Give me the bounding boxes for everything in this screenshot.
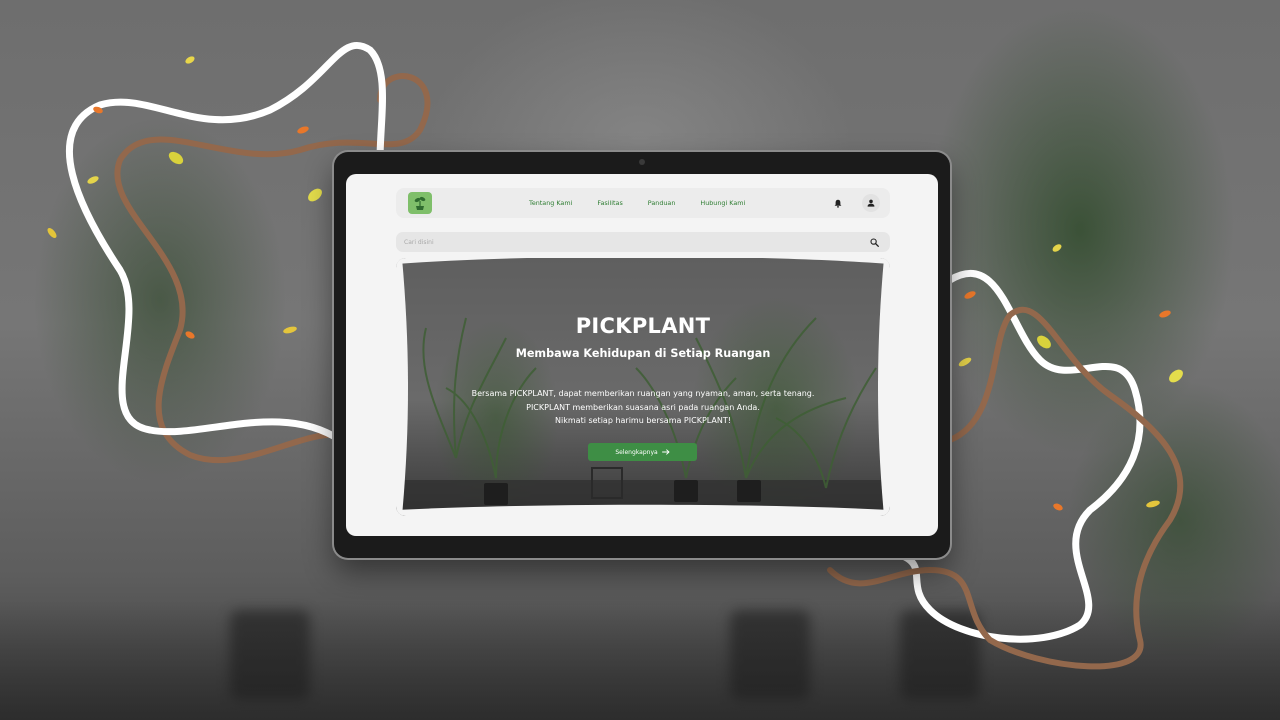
tablet-camera <box>639 159 645 165</box>
tablet-frame: Tentang Kami Fasilitas Panduan Hubungi K… <box>334 152 950 558</box>
hero-description-line: PICKPLANT memberikan suasana asri pada r… <box>526 402 760 412</box>
hero-description-line: Nikmati setiap harimu bersama PICKPLANT! <box>555 416 731 425</box>
nav-link-fasilitas[interactable]: Fasilitas <box>597 199 622 207</box>
plant-logo-icon[interactable] <box>408 192 432 214</box>
hero-description-line: Bersama PICKPLANT, dapat memberikan ruan… <box>471 389 815 398</box>
hero-subtitle: Membawa Kehidupan di Setiap Ruangan <box>515 347 771 360</box>
nav-link-hubungi-kami[interactable]: Hubungi Kami <box>700 199 745 207</box>
nav-links: Tentang Kami Fasilitas Panduan Hubungi K… <box>529 188 745 218</box>
cta-label: Selengkapnya <box>615 448 658 456</box>
selengkapnya-button[interactable]: Selengkapnya <box>588 443 697 461</box>
search-bar <box>396 232 890 252</box>
bell-icon[interactable] <box>829 194 847 212</box>
nav-link-tentang-kami[interactable]: Tentang Kami <box>529 199 572 207</box>
arrow-right-icon <box>661 449 670 455</box>
background-floor <box>0 600 1280 720</box>
nav-link-panduan[interactable]: Panduan <box>648 199 676 207</box>
hero-banner: PICKPLANT Membawa Kehidupan di Setiap Ru… <box>396 258 890 516</box>
search-icon[interactable] <box>864 234 884 250</box>
search-input[interactable] <box>404 235 844 249</box>
user-icon[interactable] <box>862 194 880 212</box>
hero-title: PICKPLANT <box>575 314 711 338</box>
website-screen: Tentang Kami Fasilitas Panduan Hubungi K… <box>346 174 938 536</box>
navbar: Tentang Kami Fasilitas Panduan Hubungi K… <box>396 188 890 218</box>
hero-description: Bersama PICKPLANT, dapat memberikan ruan… <box>396 387 890 428</box>
